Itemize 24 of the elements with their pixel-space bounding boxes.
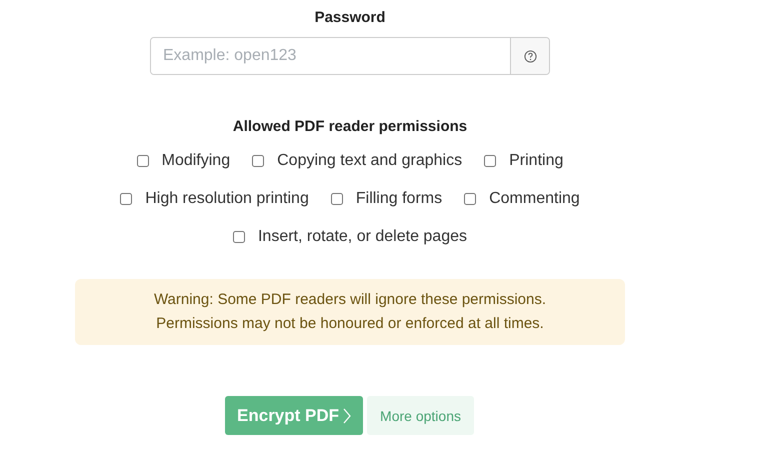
permission-checkbox[interactable] bbox=[484, 155, 496, 167]
more-options-button[interactable]: More options bbox=[367, 396, 474, 435]
permission-checkbox[interactable] bbox=[120, 193, 132, 205]
permission-label: Copying text and graphics bbox=[277, 152, 462, 170]
permission-checkbox[interactable] bbox=[252, 155, 264, 167]
encrypt-button[interactable]: Encrypt PDF bbox=[225, 396, 364, 435]
warning-text: Warning: Some PDF readers will ignore these permissions. bbox=[154, 290, 546, 310]
permission-checkbox[interactable] bbox=[232, 231, 245, 243]
password-label: Password bbox=[314, 9, 386, 27]
permission-checkbox[interactable] bbox=[330, 193, 343, 205]
help-button[interactable] bbox=[510, 38, 549, 74]
password-field[interactable]: Example: open123 bbox=[150, 37, 550, 75]
permission-label: Printing bbox=[509, 152, 564, 170]
permissions-heading: Allowed PDF reader permissions bbox=[232, 118, 468, 135]
chevron-icon bbox=[343, 408, 352, 424]
permission-checkbox[interactable] bbox=[136, 155, 149, 167]
permission-label: Commenting bbox=[489, 190, 580, 208]
permission-label: Insert, rotate, or delete pages bbox=[258, 228, 467, 246]
warning-text: Permissions may not be honoured or enforced at all times. bbox=[156, 314, 544, 334]
permission-label: Modifying bbox=[162, 152, 230, 170]
help-icon bbox=[524, 50, 536, 62]
permission-checkbox[interactable] bbox=[464, 193, 476, 205]
permission-label: High resolution printing bbox=[145, 190, 309, 208]
permission-label: Filling forms bbox=[356, 190, 442, 208]
